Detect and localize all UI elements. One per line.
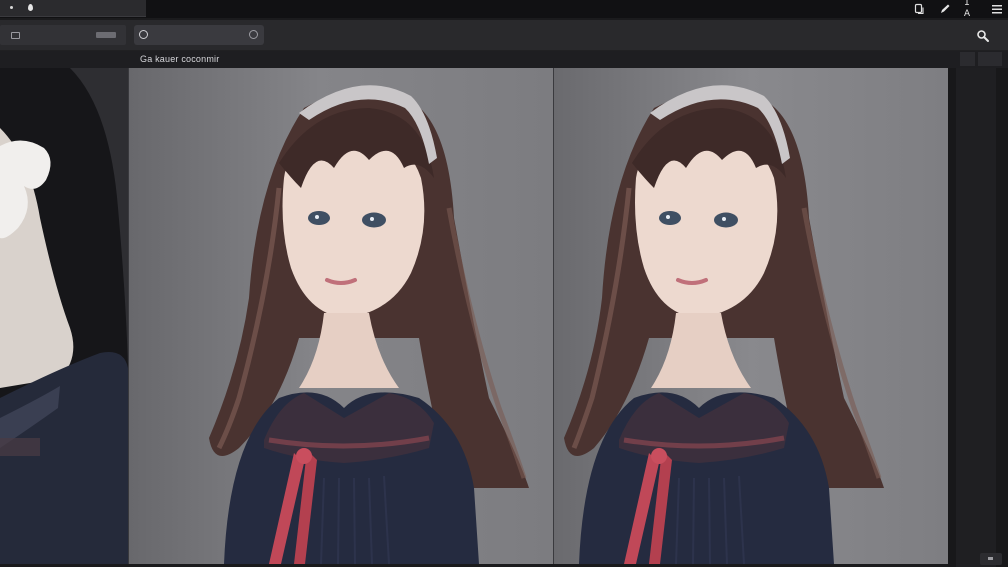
- menu-icon[interactable]: [990, 2, 1004, 16]
- circle-clear-icon[interactable]: [249, 30, 258, 39]
- slider-pill[interactable]: [96, 32, 116, 38]
- ia-text-button[interactable]: I A: [964, 0, 978, 20]
- circle-icon: [139, 30, 148, 39]
- title-bar: I A: [0, 0, 1008, 20]
- main-image-2[interactable]: [554, 68, 948, 564]
- left-partial-image[interactable]: [0, 68, 128, 564]
- image-viewer: [0, 68, 948, 564]
- title-icons: I A: [912, 0, 1004, 20]
- view-selector[interactable]: [0, 25, 126, 45]
- search-icon[interactable]: [976, 29, 990, 43]
- drop-icon: [28, 4, 33, 11]
- app-window: I A Ga kauer coconmir: [0, 0, 1008, 567]
- corner-button[interactable]: [980, 553, 1002, 565]
- image-caption: Ga kauer coconmir: [140, 54, 220, 64]
- caption-bar: Ga kauer coconmir: [0, 51, 1008, 68]
- sidebar-scroll-column[interactable]: [956, 68, 996, 567]
- right-sidebar: [948, 68, 1008, 567]
- panel-button[interactable]: [960, 52, 975, 66]
- square-icon: [11, 32, 20, 39]
- search-input[interactable]: [134, 25, 264, 45]
- main-image-1[interactable]: [129, 68, 553, 564]
- pen-icon[interactable]: [938, 2, 952, 16]
- toolbar: [0, 20, 1008, 51]
- panel-button-wide[interactable]: [978, 52, 1002, 66]
- copy-icon[interactable]: [912, 2, 926, 16]
- window-tab[interactable]: [0, 0, 146, 17]
- dot-icon: [10, 6, 13, 9]
